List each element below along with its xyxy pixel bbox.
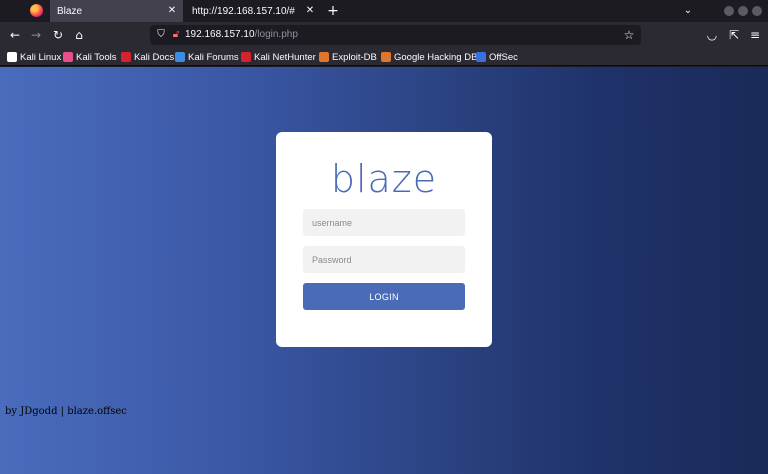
url-bar[interactable]: ⛉ 🔓︎ 192.168.157.10/login.php ☆ bbox=[150, 25, 641, 45]
menu-icon[interactable]: ≡ bbox=[746, 26, 764, 44]
bookmark-kali-docs[interactable]: Kali Docs bbox=[121, 50, 174, 64]
shield-icon[interactable]: ⛉ bbox=[155, 28, 167, 41]
kali-tools-icon bbox=[63, 52, 73, 62]
blaze-logo: blaze bbox=[330, 157, 438, 201]
tab-strip: Blaze ✕ http://192.168.157.10/# ✕ + ⌄ bbox=[0, 0, 768, 22]
bookmark-exploit-db[interactable]: Exploit-DB bbox=[319, 50, 377, 64]
minimize-button[interactable] bbox=[724, 6, 734, 16]
bookmark-kali-forums[interactable]: Kali Forums bbox=[175, 50, 239, 64]
nav-bar: ← → ↻ ⌂ ⛉ 🔓︎ 192.168.157.10/login.php ☆ … bbox=[0, 22, 768, 48]
bookmark-offsec[interactable]: OffSec bbox=[476, 50, 518, 64]
login-button[interactable]: LOGIN bbox=[303, 283, 465, 310]
bookmark-kali-tools[interactable]: Kali Tools bbox=[63, 50, 117, 64]
pocket-icon[interactable]: ◡ bbox=[703, 26, 721, 44]
tab-home[interactable]: http://192.168.157.10/# ✕ bbox=[185, 0, 321, 22]
new-tab-button[interactable]: + bbox=[325, 2, 341, 20]
kali-dragon-icon bbox=[7, 52, 17, 62]
close-window-button[interactable] bbox=[752, 6, 762, 16]
kali-forums-icon bbox=[175, 52, 185, 62]
forward-button[interactable]: → bbox=[27, 26, 45, 44]
tab-blaze[interactable]: Blaze ✕ bbox=[50, 0, 183, 22]
tab-title: Blaze bbox=[57, 5, 83, 17]
offsec-icon bbox=[476, 52, 486, 62]
bookmark-star-icon[interactable]: ☆ bbox=[622, 27, 636, 43]
maximize-button[interactable] bbox=[738, 6, 748, 16]
password-input[interactable] bbox=[303, 246, 465, 273]
exploit-db-icon bbox=[319, 52, 329, 62]
url-text[interactable]: 192.168.157.10/login.php bbox=[185, 29, 298, 40]
page-content: blaze LOGIN by JDgodd | blaze.offsec bbox=[0, 67, 768, 474]
bookmarks-bar: Kali Linux Kali Tools Kali Docs Kali For… bbox=[0, 48, 768, 66]
firefox-icon bbox=[30, 4, 43, 17]
reload-button[interactable]: ↻ bbox=[49, 26, 67, 44]
nethunter-icon bbox=[241, 52, 251, 62]
bookmark-kali-nethunter[interactable]: Kali NetHunter bbox=[241, 50, 316, 64]
home-button[interactable]: ⌂ bbox=[70, 26, 88, 44]
tab-list-button[interactable]: ⌄ bbox=[680, 3, 696, 19]
bookmark-kali-linux[interactable]: Kali Linux bbox=[7, 50, 61, 64]
username-input[interactable] bbox=[303, 209, 465, 236]
tab-title: http://192.168.157.10/# bbox=[192, 5, 295, 17]
login-card: blaze LOGIN bbox=[276, 132, 492, 347]
kali-docs-icon bbox=[121, 52, 131, 62]
footer-credit: by JDgodd | blaze.offsec bbox=[5, 406, 127, 417]
insecure-lock-icon[interactable]: 🔓︎ bbox=[171, 28, 181, 41]
extensions-icon[interactable]: ⇱ bbox=[725, 26, 743, 44]
ghdb-icon bbox=[381, 52, 391, 62]
close-icon[interactable]: ✕ bbox=[165, 4, 179, 18]
back-button[interactable]: ← bbox=[6, 26, 24, 44]
bookmark-google-hacking-db[interactable]: Google Hacking DB bbox=[381, 50, 477, 64]
close-icon[interactable]: ✕ bbox=[303, 4, 317, 18]
